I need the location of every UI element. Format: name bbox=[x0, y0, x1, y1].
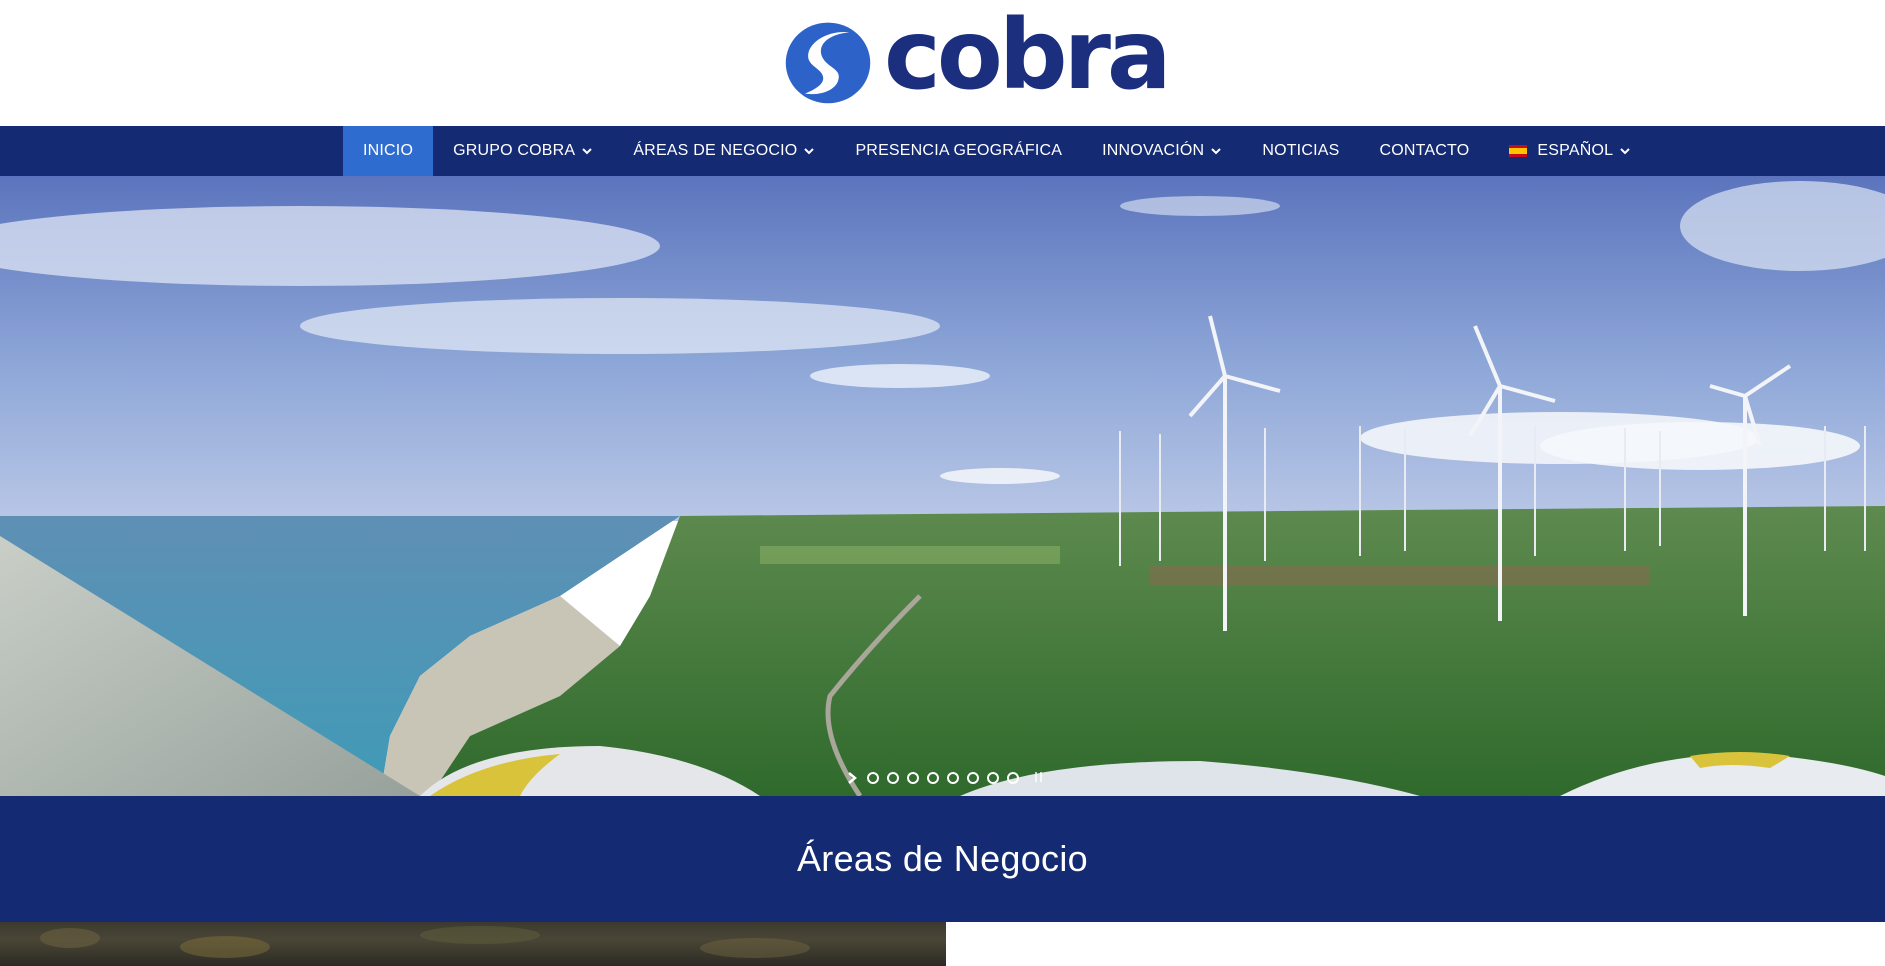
slider-dot[interactable] bbox=[947, 772, 959, 784]
business-area-panel bbox=[946, 922, 1885, 966]
nav-item-contacto[interactable]: CONTACTO bbox=[1359, 126, 1489, 176]
hero-image bbox=[0, 176, 1885, 796]
brand-wordmark: cobra bbox=[884, 0, 1172, 111]
chevron-right-icon[interactable] bbox=[845, 771, 859, 785]
spain-flag-icon bbox=[1509, 145, 1528, 157]
slider-dot[interactable] bbox=[907, 772, 919, 784]
slider-dot[interactable] bbox=[987, 772, 999, 784]
slider-dot[interactable] bbox=[927, 772, 939, 784]
chevron-down-icon bbox=[1211, 148, 1222, 155]
hero-slider bbox=[0, 176, 1885, 796]
language-label: ESPAÑOL bbox=[1537, 142, 1614, 159]
slider-controls bbox=[845, 770, 1045, 786]
nav-item-label: PRESENCIA GEOGRÁFICA bbox=[855, 142, 1063, 159]
slider-dot[interactable] bbox=[887, 772, 899, 784]
slider-dot[interactable] bbox=[867, 772, 879, 784]
business-area-image[interactable] bbox=[0, 922, 946, 966]
chevron-down-icon bbox=[1620, 148, 1630, 155]
nav-item-label: GRUPO COBRA bbox=[453, 142, 576, 159]
nav-item-label: ÁREAS DE NEGOCIO bbox=[633, 142, 798, 159]
main-navigation: INICIO GRUPO COBRA ÁREAS DE NEGOCIO PRES… bbox=[0, 126, 1885, 176]
chevron-down-icon bbox=[582, 148, 593, 155]
nav-item-label: INICIO bbox=[363, 142, 414, 159]
language-selector[interactable]: ESPAÑOL bbox=[1489, 126, 1651, 176]
nav-item-noticias[interactable]: NOTICIAS bbox=[1242, 126, 1359, 176]
chevron-down-icon bbox=[804, 148, 815, 155]
site-header: cobra bbox=[0, 0, 1885, 126]
nav-item-presencia-geografica[interactable]: PRESENCIA GEOGRÁFICA bbox=[835, 126, 1082, 176]
cobra-logo[interactable]: cobra bbox=[780, 0, 1172, 113]
slider-dot[interactable] bbox=[1007, 772, 1019, 784]
business-areas-banner: Áreas de Negocio bbox=[0, 796, 1885, 922]
nav-item-grupo-cobra[interactable]: GRUPO COBRA bbox=[433, 126, 613, 176]
nav-item-inicio[interactable]: INICIO bbox=[343, 126, 434, 176]
nav-item-areas-de-negocio[interactable]: ÁREAS DE NEGOCIO bbox=[613, 126, 835, 176]
pause-icon[interactable] bbox=[1035, 772, 1045, 784]
nav-item-innovacion[interactable]: INNOVACIÓN bbox=[1082, 126, 1242, 176]
nav-item-label: CONTACTO bbox=[1379, 142, 1470, 159]
nav-menu: INICIO GRUPO COBRA ÁREAS DE NEGOCIO PRES… bbox=[343, 126, 1651, 176]
nav-item-label: NOTICIAS bbox=[1262, 142, 1340, 159]
section-title: Áreas de Negocio bbox=[797, 838, 1088, 879]
nav-item-label: INNOVACIÓN bbox=[1102, 142, 1205, 159]
slider-dot[interactable] bbox=[967, 772, 979, 784]
cobra-swirl-logo-icon bbox=[785, 22, 871, 103]
